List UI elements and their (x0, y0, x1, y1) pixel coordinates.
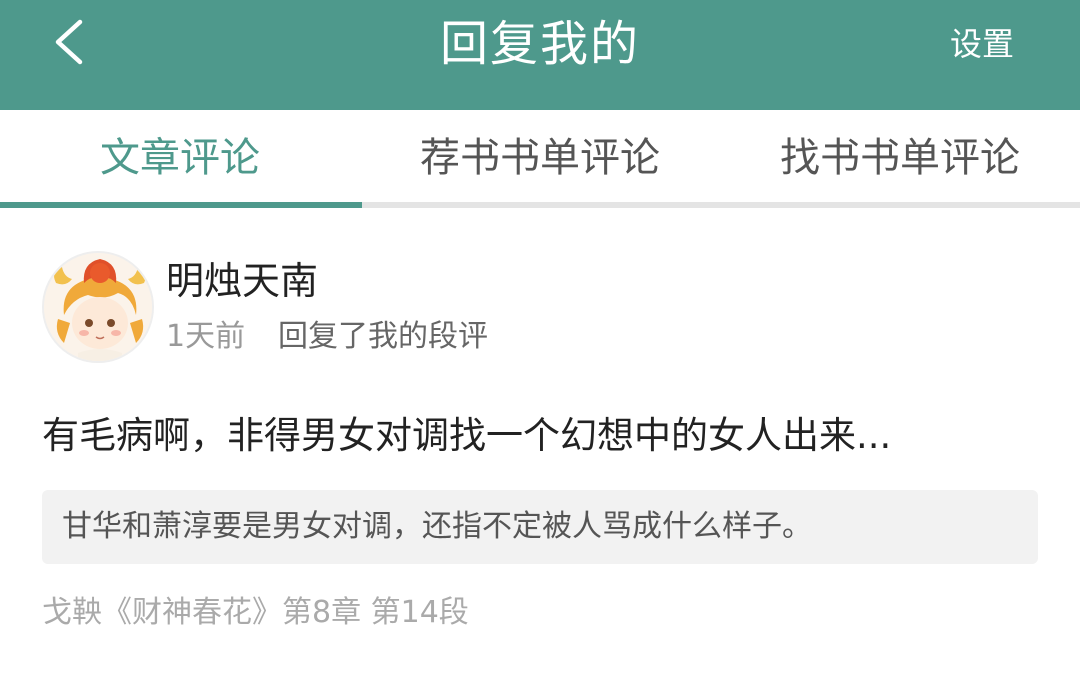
reply-content[interactable]: 有毛病啊，非得男女对调找一个幻想中的女人出来... (42, 408, 1042, 464)
quoted-comment-text: 甘华和萧淳要是男女对调，还指不定被人骂成什么样子。 (62, 509, 812, 544)
tab-find-booklist-comments[interactable]: 找书书单评论 (720, 110, 1080, 202)
page-title: 回复我的 (439, 16, 640, 72)
tab-bar: 文章评论 荐书书单评论 找书书单评论 (0, 110, 1080, 210)
back-button[interactable] (40, 12, 100, 72)
top-bar: 回复我的 设置 (0, 0, 1080, 110)
source-link[interactable]: 戈鞅《财神春花》第8章 第14段 (42, 592, 469, 634)
reply-card[interactable]: 明烛天南 1天前 回复了我的段评 有毛病啊，非得男女对调找一个幻想中的女人出来.… (0, 208, 1080, 674)
settings-button[interactable]: 设置 (950, 20, 1014, 68)
avatar[interactable] (42, 251, 154, 363)
avatar-image (44, 253, 152, 361)
username[interactable]: 明烛天南 (166, 256, 318, 306)
reply-action: 回复了我的段评 (278, 319, 488, 354)
reply-time: 1天前 (166, 319, 246, 354)
tab-recommend-booklist-comments[interactable]: 荐书书单评论 (360, 110, 720, 202)
tab-article-comments[interactable]: 文章评论 (0, 110, 360, 202)
quoted-comment[interactable]: 甘华和萧淳要是男女对调，还指不定被人骂成什么样子。 (42, 490, 1038, 564)
chevron-left-icon (55, 19, 83, 65)
